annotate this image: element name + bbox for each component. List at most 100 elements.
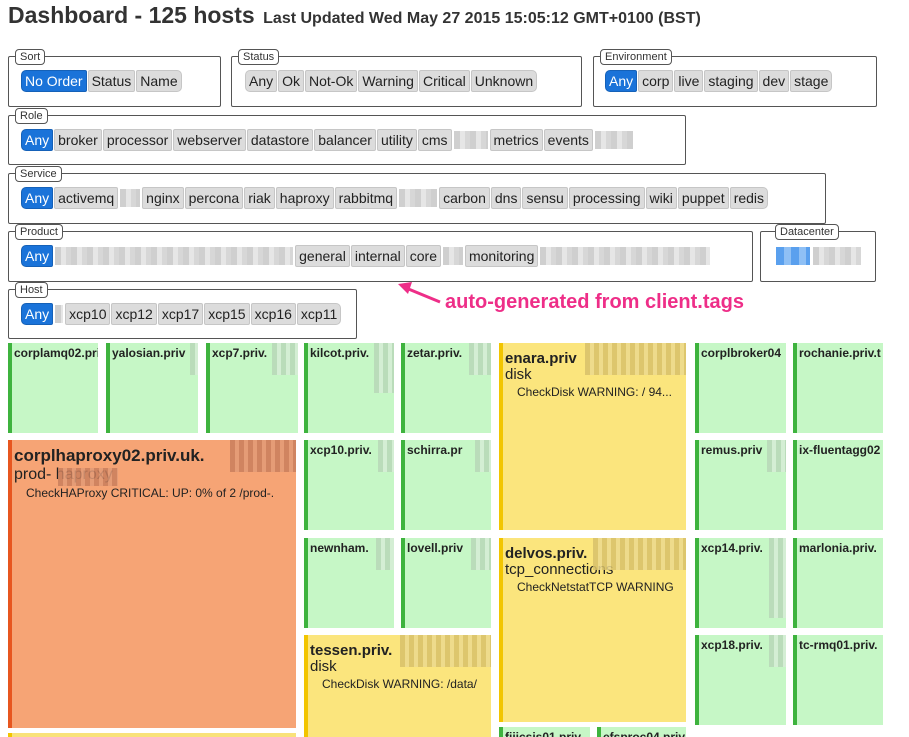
environment-stage-button[interactable]: stage xyxy=(790,70,833,92)
service-puppet-button[interactable]: puppet xyxy=(677,187,729,209)
environment-corp-button[interactable]: corp xyxy=(638,70,674,92)
host-tile[interactable]: marlonia.priv. xyxy=(793,538,883,628)
service-haproxy-button[interactable]: haproxy xyxy=(275,187,334,209)
status-any-button[interactable]: Any xyxy=(245,70,278,92)
sort-name-button[interactable]: Name xyxy=(136,70,182,92)
role-webserver-button[interactable]: webserver xyxy=(173,129,246,151)
service-sensu-button[interactable]: sensu xyxy=(522,187,568,209)
host-tile[interactable]: zetar.priv. xyxy=(401,343,491,433)
host-tile[interactable]: newnham. xyxy=(304,538,394,628)
host-tile[interactable]: fiijcsis01.priv. xyxy=(499,727,590,737)
status-ok-button[interactable]: Ok xyxy=(278,70,305,92)
sort-no-order-button[interactable]: No Order xyxy=(21,70,87,92)
datacenter-redacted-button[interactable] xyxy=(813,247,861,265)
host-xcp10-button[interactable]: xcp10 xyxy=(65,303,111,325)
check-message: CheckDisk WARNING: /data/ xyxy=(322,677,477,691)
role-balancer-button[interactable]: balancer xyxy=(314,129,376,151)
role-utility-button[interactable]: utility xyxy=(376,129,417,151)
service-percona-button[interactable]: percona xyxy=(184,187,244,209)
role-cms-button[interactable]: cms xyxy=(417,129,452,151)
host-tile-critical[interactable]: corplhaproxy02.priv.uk. prod- haproxy Ch… xyxy=(8,440,296,728)
host-any-button[interactable]: Any xyxy=(21,303,54,325)
role-any-button[interactable]: Any xyxy=(21,129,54,151)
product-monitoring-button[interactable]: monitoring xyxy=(464,245,539,267)
redacted-text xyxy=(471,538,491,570)
service-nginx-button[interactable]: nginx xyxy=(142,187,184,209)
product-legend: Product xyxy=(15,224,63,240)
host-xcp12-button[interactable]: xcp12 xyxy=(111,303,157,325)
role-events-button[interactable]: events xyxy=(543,129,593,151)
host-tile[interactable]: ix-fluentagg02 xyxy=(793,440,883,530)
host-tile[interactable]: yalosian.priv xyxy=(106,343,198,433)
product-redacted-button[interactable] xyxy=(442,247,463,265)
redacted-text xyxy=(400,635,491,667)
product-core-button[interactable]: core xyxy=(405,245,441,267)
service-activemq-button[interactable]: activemq xyxy=(54,187,119,209)
host-tile[interactable]: kilcot.priv. xyxy=(304,343,394,433)
host-tile[interactable]: lovell.priv xyxy=(401,538,491,628)
host-tile[interactable]: rochanie.priv.t xyxy=(793,343,883,433)
host-tile-warning[interactable]: tessen.priv. disk CheckDisk WARNING: /da… xyxy=(304,635,491,737)
service-processing-button[interactable]: processing xyxy=(568,187,645,209)
status-legend: Status xyxy=(238,49,280,65)
host-tile[interactable]: xcp10.priv. xyxy=(304,440,394,530)
service-redis-button[interactable]: redis xyxy=(729,187,769,209)
environment-dev-button[interactable]: dev xyxy=(758,70,790,92)
host-tile[interactable]: tc-rmq01.priv. xyxy=(793,635,883,725)
redacted-text xyxy=(769,635,786,667)
product-any-button[interactable]: Any xyxy=(21,245,54,267)
host-redacted-button[interactable] xyxy=(55,305,64,323)
host-xcp15-button[interactable]: xcp15 xyxy=(204,303,250,325)
datacenter-redacted-selected-button[interactable] xyxy=(776,247,810,265)
role-metrics-button[interactable]: metrics xyxy=(489,129,543,151)
environment-any-button[interactable]: Any xyxy=(605,70,638,92)
role-redacted-button[interactable] xyxy=(594,131,633,149)
role-redacted-button[interactable] xyxy=(453,131,488,149)
host-xcp17-button[interactable]: xcp17 xyxy=(157,303,204,325)
service-carbon-button[interactable]: carbon xyxy=(439,187,490,209)
service-any-button[interactable]: Any xyxy=(21,187,54,209)
host-tile[interactable]: xcp14.priv. xyxy=(695,538,786,628)
host-tile[interactable]: schirra.pr xyxy=(401,440,491,530)
host-tile[interactable]: xcp7.priv. xyxy=(206,343,298,433)
service-wiki-button[interactable]: wiki xyxy=(645,187,677,209)
service-redacted-button[interactable] xyxy=(399,189,438,207)
role-broker-button[interactable]: broker xyxy=(54,129,102,151)
status-critical-button[interactable]: Critical xyxy=(418,70,470,92)
check-message: CheckNetstatTCP WARNING xyxy=(517,580,674,594)
redacted-text xyxy=(374,343,394,393)
host-name: corplamq02.pri xyxy=(14,346,98,360)
status-button-group: Any Ok Not-Ok Warning Critical Unknown xyxy=(245,70,538,92)
service-dns-button[interactable]: dns xyxy=(490,187,522,209)
host-tile[interactable]: corplbroker04 xyxy=(695,343,786,433)
host-name: yalosian.priv xyxy=(112,346,186,360)
host-tile[interactable]: remus.priv xyxy=(695,440,786,530)
redacted-text xyxy=(272,343,298,375)
status-not-ok-button[interactable]: Not-Ok xyxy=(305,70,358,92)
redacted-text xyxy=(378,440,394,472)
service-riak-button[interactable]: riak xyxy=(244,187,275,209)
tile-partial-bottom xyxy=(8,733,296,737)
sort-button-group: No Order Status Name xyxy=(21,70,183,92)
environment-live-button[interactable]: live xyxy=(674,70,704,92)
host-xcp11-button[interactable]: xcp11 xyxy=(296,303,342,325)
service-rabbitmq-button[interactable]: rabbitmq xyxy=(334,187,398,209)
role-datastore-button[interactable]: datastore xyxy=(246,129,314,151)
host-tile[interactable]: corplamq02.pri xyxy=(8,343,98,433)
host-xcp16-button[interactable]: xcp16 xyxy=(250,303,296,325)
product-general-button[interactable]: general xyxy=(295,245,350,267)
sort-status-button[interactable]: Status xyxy=(87,70,136,92)
role-processor-button[interactable]: processor xyxy=(102,129,173,151)
environment-staging-button[interactable]: staging xyxy=(704,70,758,92)
host-tile-warning[interactable]: delvos.priv. tcp_connections CheckNetsta… xyxy=(499,538,686,722)
environment-button-group: Any corp live staging dev stage xyxy=(605,70,833,92)
status-warning-button[interactable]: Warning xyxy=(358,70,418,92)
product-redacted-buttons[interactable] xyxy=(540,247,711,265)
product-redacted-buttons[interactable] xyxy=(55,247,294,265)
product-internal-button[interactable]: internal xyxy=(350,245,405,267)
host-tile-warning[interactable]: enara.priv disk CheckDisk WARNING: / 94.… xyxy=(499,343,686,530)
service-redacted-button[interactable] xyxy=(120,189,141,207)
host-tile[interactable]: efsproc04.priv. xyxy=(597,727,686,737)
host-tile[interactable]: xcp18.priv. xyxy=(695,635,786,725)
status-unknown-button[interactable]: Unknown xyxy=(470,70,538,92)
